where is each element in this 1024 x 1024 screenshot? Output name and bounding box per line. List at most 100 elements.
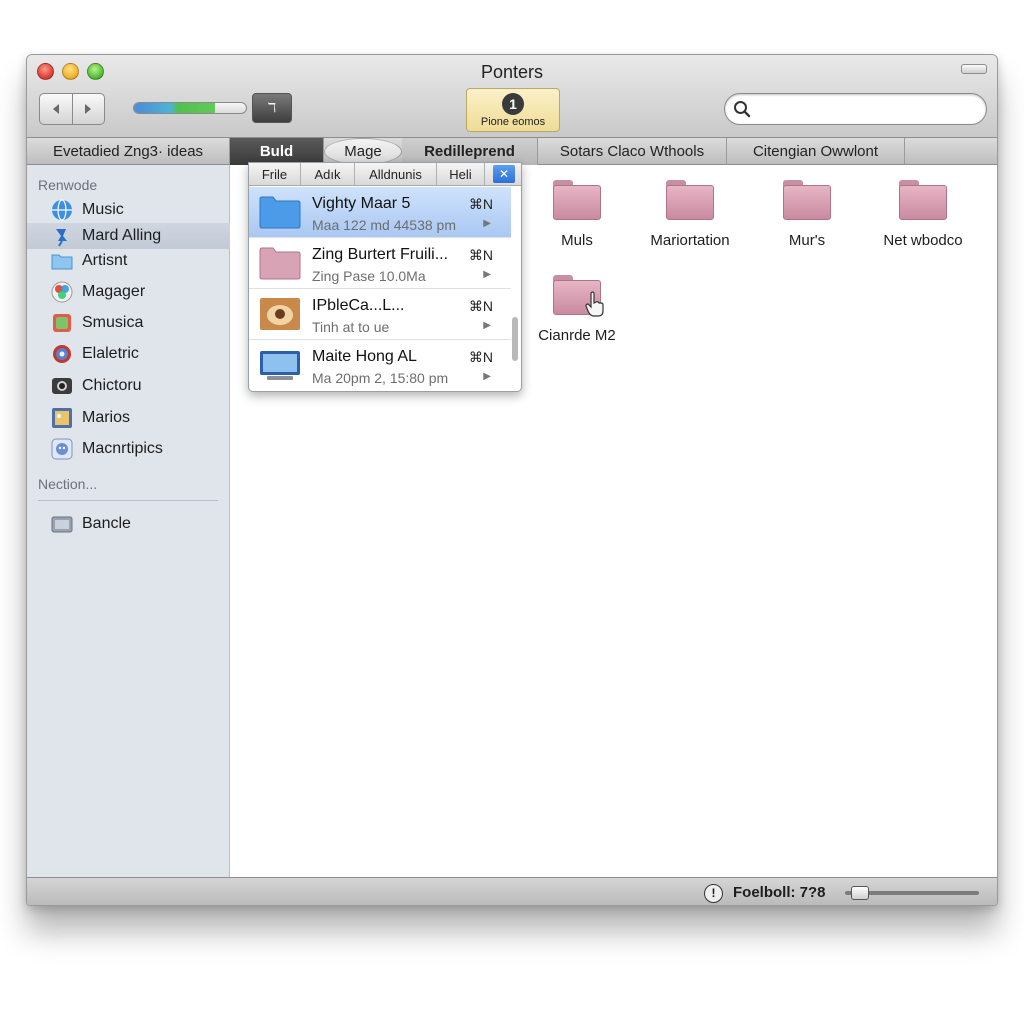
progress-fill (134, 103, 215, 113)
alert-icon: ! (704, 884, 723, 903)
menu-item-title: Maite Hong AL (312, 348, 417, 365)
search-input[interactable] (755, 99, 975, 119)
sidebar-item-mard-alling[interactable]: Mard Alling (27, 223, 230, 249)
folder-item[interactable]: Mur's (752, 180, 862, 249)
menu-tab-file[interactable]: Frile (249, 163, 301, 185)
tab-4[interactable]: Sotars Claco Wthools (538, 138, 727, 165)
window-title: Ponters (480, 62, 544, 82)
forward-arrow-icon (85, 104, 92, 114)
forward-button[interactable] (71, 94, 105, 124)
tab-0[interactable]: Evetadied Zng3· ideas (27, 138, 230, 165)
picture-icon (52, 408, 72, 428)
menu-item-title: Vighty Maar 5 (312, 195, 411, 212)
menu-item-shortcut: ⌘N (468, 196, 493, 212)
menu-item-subtitle: Ma 20pm 2, 15:80 pm (312, 370, 449, 386)
folder-label: Mariortation (650, 232, 730, 249)
folder-item[interactable]: Mariortation (635, 180, 745, 249)
sidebar-item-macnrtipics[interactable]: Macnrtipics (27, 436, 230, 462)
folder-label: Muls (561, 232, 593, 249)
pin-icon (56, 229, 67, 247)
folder-item[interactable]: Muls (522, 180, 632, 249)
sidebar-item-label: Macnrtipics (82, 440, 163, 457)
sidebar-item-label: Magager (82, 283, 146, 300)
sidebar-section-header: Renwode (38, 177, 98, 193)
menu-item[interactable]: Vighty Maar 5 Maa 122 md 44538 pm ⌘N ▶ (249, 187, 511, 238)
submenu-arrow-icon: ▶ (483, 320, 491, 331)
folder-icon (51, 254, 73, 270)
menu-item-shortcut: ⌘N (468, 349, 493, 365)
folder-icon (666, 180, 714, 220)
sidebar-item-label: Marios (82, 409, 131, 426)
sidebar-item-music[interactable]: Music (27, 197, 230, 223)
folder-item[interactable]: Net wbodco (868, 180, 978, 249)
status-text: Foelboll: 7?8 (733, 884, 826, 901)
toolbar: Ponters ℸ 1 Pione eomos (27, 55, 997, 138)
tab-2[interactable]: Mage (324, 138, 402, 165)
action-glyph: ℸ (267, 100, 277, 115)
folder-label: Net wbodco (883, 232, 963, 249)
submenu-arrow-icon: ▶ (483, 269, 491, 280)
submenu-arrow-icon: ▶ (483, 371, 491, 382)
sidebar-item-label: Chictoru (82, 377, 142, 394)
computer-icon (260, 351, 300, 380)
tab-3[interactable]: Redilleprend (402, 138, 538, 165)
nav-buttons (39, 93, 105, 125)
folder-icon (899, 180, 947, 220)
camera-icon (52, 378, 72, 394)
sidebar-item-marios[interactable]: Marios (27, 405, 230, 431)
sidebar-item-label: Mard Alling (82, 227, 162, 244)
folder-label: Cianrde M2 (538, 327, 616, 344)
menu-item[interactable]: Zing Burtert Fruili... Zing Pase 10.0Ma … (249, 238, 511, 289)
folder-label: Mur's (788, 232, 826, 249)
tab-5[interactable]: Citengian Owwlont (727, 138, 905, 165)
menu-scrollbar[interactable] (512, 317, 518, 361)
slider-thumb[interactable] (850, 886, 869, 900)
sidebar-item-smusica[interactable]: Smusica (27, 310, 230, 336)
search-field[interactable] (724, 93, 987, 125)
menu-tab-help[interactable]: Heli (437, 163, 485, 185)
status-bar: ! Foelboll: 7?8 (27, 877, 997, 905)
sidebar-item-magager[interactable]: Magager (27, 279, 230, 305)
drive-icon (51, 516, 73, 533)
folder-icon (259, 196, 301, 229)
menu-item-shortcut: ⌘N (468, 247, 493, 263)
zoom-slider[interactable] (845, 886, 979, 900)
tab-1[interactable]: Buld (230, 138, 324, 165)
sidebar-item-label: Artisnt (82, 252, 128, 269)
sidebar-item-chictoru[interactable]: Chictoru (27, 373, 230, 399)
menu-item[interactable]: IPbleCa...L... Tinh at to ue ⌘N ▶ (249, 289, 511, 340)
progress-bar (133, 102, 247, 114)
sidebar-divider (38, 500, 218, 501)
back-button[interactable] (40, 94, 72, 124)
action-button[interactable]: ℸ (252, 93, 292, 123)
menu-item-subtitle: Zing Pase 10.0Ma (312, 268, 426, 284)
menu-item-title: IPbleCa...L... (312, 297, 405, 314)
menu-tab-alldnunis[interactable]: Alldnunis (355, 163, 437, 185)
close-icon[interactable]: ✕ (493, 165, 515, 183)
folder-icon (783, 180, 831, 220)
menu-item[interactable]: Maite Hong AL Ma 20pm 2, 15:80 pm ⌘N ▶ (249, 340, 511, 391)
search-icon (734, 101, 751, 118)
menu-item-title: Zing Burtert Fruili... (312, 246, 449, 263)
tab-bar: Evetadied Zng3· ideas Buld Mage Redillep… (27, 138, 997, 165)
sidebar-item-label: Music (82, 201, 124, 218)
menu-tab-edit[interactable]: Adık (301, 163, 355, 185)
folder-item[interactable]: Cianrde M2 (522, 275, 632, 344)
photos-icon (51, 281, 73, 303)
folder-icon (553, 180, 601, 220)
sidebar-item-bancle[interactable]: Bancle (27, 511, 230, 537)
sidebar-item-label: Smusica (82, 314, 144, 331)
menu-item-subtitle: Tinh at to ue (312, 319, 390, 335)
sidebar-item-elaletric[interactable]: Elaletric (27, 341, 230, 367)
menu-item-subtitle: Maa 122 md 44538 pm (312, 217, 456, 233)
folder-icon (259, 247, 301, 280)
sidebar-item-label: Bancle (82, 515, 131, 532)
app-icon (53, 314, 71, 332)
sidebar-item-artisnt[interactable]: Artisnt (27, 248, 230, 274)
menu-item-shortcut: ⌘N (468, 298, 493, 314)
info-button[interactable]: 1 Pione eomos (466, 88, 560, 132)
toolbar-toggle-button[interactable] (961, 64, 987, 74)
sidebar-item-label: Elaletric (82, 345, 139, 362)
hand-cursor-icon (585, 291, 604, 317)
gear-icon (53, 345, 71, 363)
